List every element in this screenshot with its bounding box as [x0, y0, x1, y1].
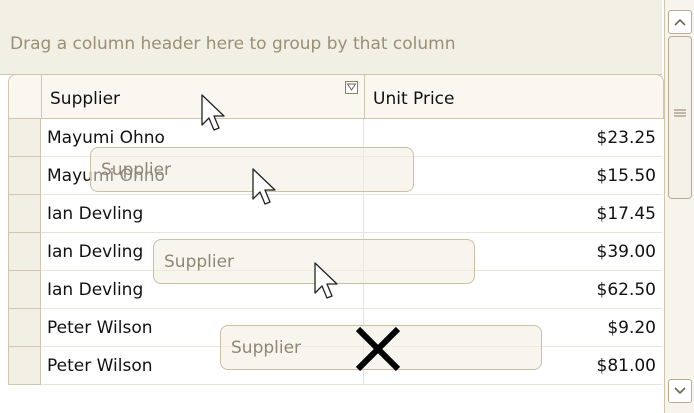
column-header-label: Supplier [50, 89, 121, 109]
grip-icon [674, 109, 686, 117]
column-header-row: Supplier Unit Price [8, 74, 664, 119]
row-indicator[interactable] [8, 309, 41, 347]
cell-supplier[interactable]: Ian Devling [41, 195, 364, 233]
group-panel-hint: Drag a column header here to group by th… [10, 34, 456, 54]
scroll-up-button[interactable] [668, 10, 692, 34]
row-indicator[interactable] [8, 271, 41, 309]
header-indicator-cell [9, 75, 42, 118]
arrow-cursor-icon [252, 168, 276, 205]
no-drop-x-icon [355, 326, 401, 372]
chevron-down-icon [674, 387, 686, 395]
row-indicator[interactable] [8, 119, 41, 157]
chevron-up-icon [674, 18, 686, 26]
arrow-cursor-icon [314, 262, 338, 299]
row-indicator[interactable] [8, 233, 41, 271]
data-grid: Drag a column header here to group by th… [0, 0, 694, 413]
group-by-panel[interactable]: Drag a column header here to group by th… [0, 0, 662, 75]
table-row[interactable]: Ian Devling $17.45 [8, 195, 664, 233]
filter-icon[interactable] [345, 81, 358, 94]
row-indicator[interactable] [8, 347, 41, 385]
column-header-unit-price[interactable]: Unit Price [365, 75, 663, 118]
drag-ghost-label: Supplier [101, 160, 172, 180]
row-indicator[interactable] [8, 157, 41, 195]
arrow-cursor-icon [201, 94, 225, 131]
scrollbar-thumb[interactable] [668, 36, 692, 199]
vertical-scrollbar[interactable] [664, 0, 694, 413]
column-header-label: Unit Price [373, 89, 455, 109]
drag-ghost-label: Supplier [231, 338, 302, 358]
drag-ghost-label: Supplier [164, 252, 235, 272]
cell-unit-price[interactable]: $17.45 [364, 195, 662, 233]
scroll-down-button[interactable] [668, 379, 692, 403]
row-indicator[interactable] [8, 195, 41, 233]
